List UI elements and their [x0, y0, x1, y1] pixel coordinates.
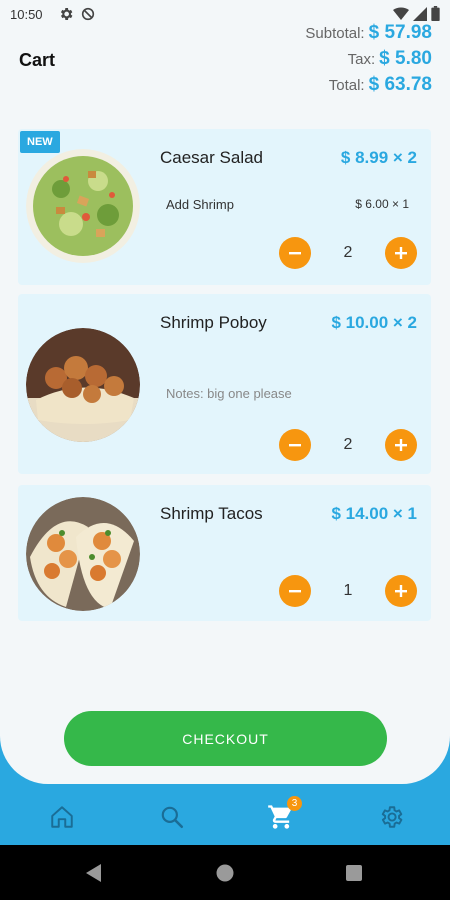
minus-icon: [289, 590, 301, 593]
addon-name: Add Shrimp: [166, 197, 234, 212]
subtotal-label: Subtotal:: [305, 25, 365, 42]
item-notes: Notes: big one please: [166, 386, 292, 401]
item-name: Shrimp Poboy: [160, 313, 267, 332]
cart-item-shrimp-tacos[interactable]: Shrimp Tacos $ 14.00 × 1 1: [18, 485, 431, 621]
decrement-button[interactable]: [279, 575, 311, 607]
item-price: $ 10.00 × 2: [331, 313, 417, 332]
plus-icon: [395, 585, 407, 597]
quantity-stepper: 1: [279, 575, 417, 607]
nav-home[interactable]: [47, 802, 77, 832]
recents-icon[interactable]: [346, 865, 362, 881]
quantity-value: 2: [343, 436, 353, 453]
increment-button[interactable]: [385, 429, 417, 461]
item-price: $ 14.00 × 1: [331, 504, 417, 523]
nav-search[interactable]: [157, 802, 187, 832]
minus-icon: [289, 252, 301, 255]
addon-price: $ 6.00 × 1: [355, 197, 409, 211]
quantity-value: 2: [343, 244, 353, 261]
checkout-button[interactable]: CHECKOUT: [64, 711, 387, 766]
shrimp-poboy-image: [26, 328, 140, 442]
bottom-nav: 3: [0, 784, 450, 845]
subtotal-row: Subtotal: $ 57.98: [305, 22, 432, 48]
subtotal-value: $ 57.98: [368, 22, 432, 43]
nav-cart[interactable]: 3: [266, 796, 302, 832]
sync-off-icon: [81, 7, 95, 21]
tax-row: Tax: $ 5.80: [305, 48, 432, 74]
total-label: Total:: [328, 77, 365, 94]
total-row: Total: $ 63.78: [305, 74, 432, 100]
cart-count-badge: 3: [287, 796, 302, 811]
plus-icon: [395, 247, 407, 259]
caesar-salad-image: [26, 149, 140, 263]
gear-icon: [60, 8, 73, 20]
cart-item-caesar-salad[interactable]: NEW Caesar Salad $ 8.99 × 2 Add Shrimp $…: [18, 129, 431, 285]
cart-item-shrimp-poboy[interactable]: Shrimp Poboy $ 10.00 × 2 Notes: big one …: [18, 294, 431, 474]
order-totals: Subtotal: $ 57.98 Tax: $ 5.80 Total: $ 6…: [305, 22, 432, 100]
wifi-icon: [393, 7, 409, 20]
shrimp-tacos-image: [26, 497, 140, 611]
increment-button[interactable]: [385, 575, 417, 607]
item-name: Shrimp Tacos: [160, 504, 263, 523]
back-icon[interactable]: [86, 864, 102, 882]
nav-settings[interactable]: [376, 802, 406, 832]
system-nav-bar: [0, 845, 450, 900]
item-price: $ 8.99 × 2: [340, 148, 417, 167]
total-value: $ 63.78: [368, 74, 432, 95]
signal-icon: [413, 6, 427, 21]
tax-label: Tax:: [347, 51, 376, 68]
app-screen: 10:50 Cart Subtotal: $ 57.98 Tax: $ 5.80: [0, 0, 450, 845]
home-icon: [51, 806, 73, 828]
settings-icon: [381, 806, 403, 828]
battery-icon: [431, 6, 440, 21]
search-icon: [161, 806, 184, 829]
cart-sheet: 10:50 Cart Subtotal: $ 57.98 Tax: $ 5.80: [0, 0, 450, 784]
decrement-button[interactable]: [279, 237, 311, 269]
new-badge: NEW: [20, 131, 60, 153]
status-time: 10:50: [10, 7, 43, 22]
home-circle-icon[interactable]: [216, 864, 234, 882]
minus-icon: [289, 444, 301, 447]
quantity-value: 1: [343, 582, 353, 599]
increment-button[interactable]: [385, 237, 417, 269]
quantity-stepper: 2: [279, 237, 417, 269]
page-title: Cart: [19, 50, 56, 70]
decrement-button[interactable]: [279, 429, 311, 461]
item-name: Caesar Salad: [160, 148, 264, 167]
tax-value: $ 5.80: [379, 48, 432, 69]
quantity-stepper: 2: [279, 429, 417, 461]
plus-icon: [395, 439, 407, 451]
